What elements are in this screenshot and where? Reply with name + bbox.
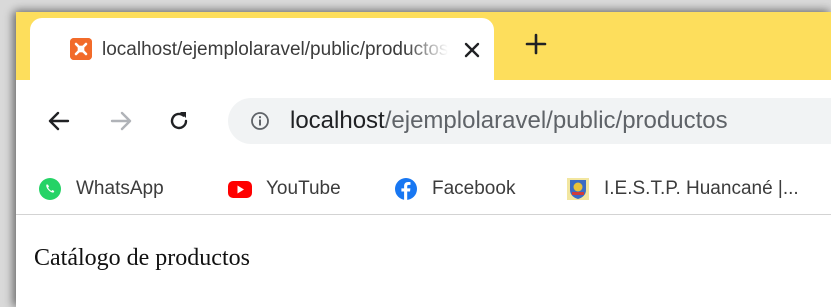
bookmark-whatsapp[interactable]: WhatsApp [38, 176, 164, 202]
tab-title: localhost/ejemplolaravel/public/producto… [102, 39, 448, 60]
bookmarks-bar: WhatsApp YouTube Facebook I.E.S.T.P. Hua… [16, 164, 831, 215]
whatsapp-icon [39, 178, 61, 200]
url-path: /ejemplolaravel/public/productos [384, 107, 728, 134]
bookmark-facebook[interactable]: Facebook [394, 176, 515, 202]
navigation-toolbar: localhost/ejemplolaravel/public/producto… [16, 80, 831, 164]
new-tab-plus-icon[interactable] [524, 32, 548, 56]
reload-icon[interactable] [166, 108, 192, 134]
page-content: Catálogo de productos [16, 215, 831, 307]
bookmark-label: WhatsApp [76, 178, 164, 199]
tab-strip: localhost/ejemplolaravel/public/producto… [16, 12, 831, 80]
active-tab[interactable]: localhost/ejemplolaravel/public/producto… [30, 18, 494, 80]
page-heading: Catálogo de productos [34, 245, 250, 271]
bookmark-youtube[interactable]: YouTube [228, 176, 341, 202]
bookmark-label: YouTube [266, 178, 341, 199]
bookmark-iestp-huancane[interactable]: I.E.S.T.P. Huancané |... [566, 176, 799, 202]
back-arrow-icon[interactable] [46, 108, 72, 134]
url-text[interactable]: localhost/ejemplolaravel/public/producto… [290, 107, 728, 135]
url-host: localhost [290, 107, 385, 134]
institute-crest-icon [567, 178, 589, 200]
xampp-icon [70, 38, 92, 60]
site-info-icon[interactable] [250, 111, 270, 131]
bookmark-label: I.E.S.T.P. Huancané |... [604, 178, 799, 199]
youtube-icon [228, 181, 252, 198]
facebook-icon [395, 178, 417, 200]
close-icon[interactable] [462, 40, 482, 60]
browser-window: localhost/ejemplolaravel/public/producto… [16, 12, 831, 307]
bookmark-label: Facebook [432, 178, 516, 199]
forward-arrow-icon[interactable] [108, 108, 134, 134]
address-bar[interactable]: localhost/ejemplolaravel/public/producto… [228, 98, 831, 144]
